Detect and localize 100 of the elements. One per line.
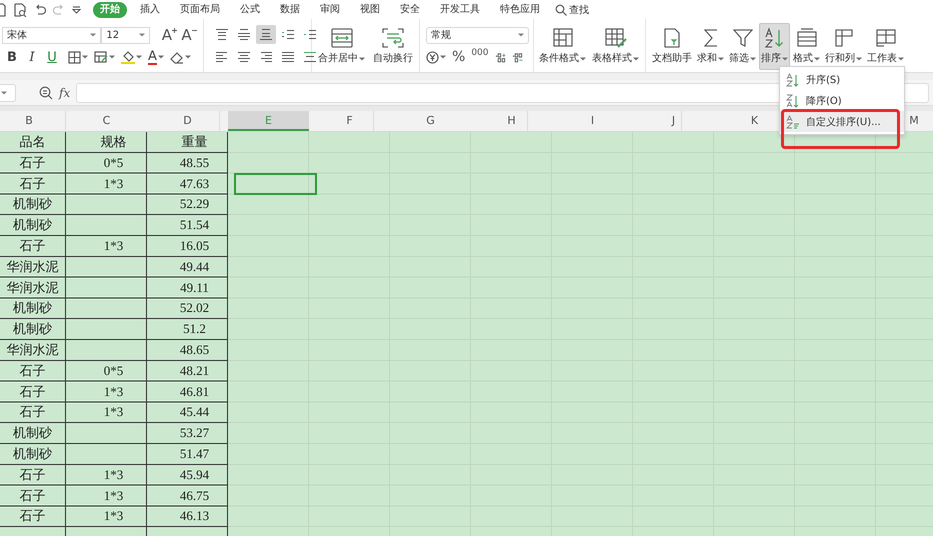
table-cell-text: 1*3: [102, 466, 124, 484]
font-size-dropdown[interactable]: 12: [101, 26, 150, 44]
eraser-icon: [170, 50, 184, 64]
shrink-font-button[interactable]: A: [181, 26, 201, 44]
column-header[interactable]: H: [471, 111, 552, 131]
menu-tab[interactable]: 插入: [133, 2, 167, 18]
table-cell-text: 16.05: [178, 236, 210, 255]
table-cell-text: 0*5: [102, 362, 124, 380]
plus-icon: [172, 28, 177, 33]
table-cell-text: 49.11: [179, 278, 210, 297]
menu-item[interactable]: 升序(S): [780, 69, 904, 90]
font-color-button[interactable]: A: [148, 50, 164, 64]
column-header[interactable]: I: [552, 111, 633, 131]
worksheet-button[interactable]: 工作表: [865, 23, 906, 70]
table-cell-text: 53.27: [178, 424, 210, 442]
menu-tab[interactable]: 特色应用: [493, 2, 547, 18]
lines-icon: [215, 28, 229, 41]
lines-icon: [281, 50, 295, 63]
currency-button[interactable]: [426, 50, 446, 64]
format-button[interactable]: 格式: [791, 23, 822, 70]
fill-color-button[interactable]: [121, 50, 142, 64]
lines-icon: [237, 28, 251, 41]
menu-tab[interactable]: 视图: [353, 2, 387, 18]
table-cell-text: 机制砂: [12, 195, 53, 214]
percent-button[interactable]: %: [452, 49, 466, 65]
conditional-format-button[interactable]: 条件格式: [537, 23, 588, 70]
search-button[interactable]: 查找: [555, 2, 589, 16]
dropdown-icon[interactable]: [72, 6, 81, 14]
table-cell-text: 49.44: [178, 258, 210, 276]
table-cell-text: 石子: [18, 362, 46, 380]
column-header[interactable]: D: [147, 111, 228, 131]
table-cell-text: 石子: [18, 154, 46, 172]
sort-descending-icon: [786, 94, 800, 108]
table-cell-text: 45.44: [178, 403, 210, 422]
menu-tab[interactable]: 审阅: [313, 2, 347, 18]
number-format-dropdown[interactable]: 常规: [426, 26, 529, 44]
table-cell-text: 机制砂: [12, 424, 53, 442]
table-cell-text: 48.65: [178, 340, 210, 359]
wrap-text-button[interactable]: 自动换行: [371, 23, 415, 70]
minus-icon: [192, 28, 197, 33]
caret-icon: [109, 55, 115, 59]
menu-tab[interactable]: 数据: [273, 2, 307, 18]
zoom-icon[interactable]: [39, 86, 53, 100]
search-icon: [555, 4, 567, 16]
table-cell-text: 1*3: [102, 403, 124, 422]
table-cell-text: 机制砂: [12, 444, 53, 463]
table-cell-text: 1*3: [102, 174, 124, 193]
wrap-text-icon: [381, 27, 405, 49]
clear-button[interactable]: [170, 50, 191, 64]
undo-icon[interactable]: [34, 4, 46, 16]
sort-ascending-icon: [786, 72, 800, 86]
column-header[interactable]: J: [633, 111, 714, 131]
print-preview-icon[interactable]: [13, 2, 27, 16]
borders-button[interactable]: [68, 50, 88, 64]
cell-format-button[interactable]: [94, 50, 115, 64]
custom-sort-icon: [786, 114, 800, 128]
document-icon: [0, 2, 6, 16]
menu-tab[interactable]: 开发工具: [433, 2, 487, 18]
grow-font-button[interactable]: A: [162, 26, 182, 44]
table-cell-text: 石子: [18, 507, 46, 526]
column-header[interactable]: G: [390, 111, 471, 131]
table-cell-text: 机制砂: [12, 320, 53, 338]
menu-item[interactable]: 自定义排序(U)...: [780, 111, 904, 132]
column-header[interactable]: C: [66, 111, 147, 131]
name-box[interactable]: [0, 84, 16, 102]
menu-tab[interactable]: 公式: [233, 2, 267, 18]
table-style-button[interactable]: 表格样式: [590, 23, 641, 70]
table-cell-text: 48.55: [178, 154, 210, 172]
sort-button[interactable]: 排序: [759, 23, 790, 70]
table-cell-text: 51.47: [178, 444, 210, 463]
caret-icon: [1, 90, 7, 94]
font-name-dropdown[interactable]: 宋体: [2, 26, 102, 44]
bold-button[interactable]: B: [2, 50, 22, 64]
menu-tab[interactable]: 页面布局: [173, 2, 227, 18]
worksheet-icon: [874, 27, 898, 49]
sum-button[interactable]: 求和: [695, 23, 726, 70]
align-bottom-button[interactable]: [256, 25, 276, 44]
menu-item[interactable]: 降序(O): [780, 90, 904, 111]
rows-columns-button[interactable]: 行和列: [823, 23, 864, 70]
table-cell-text: 品名: [18, 133, 46, 151]
caret-icon: [82, 55, 88, 59]
caret-icon: [136, 55, 142, 59]
cell-cursor[interactable]: [234, 172, 317, 196]
table-cell-text: 机制砂: [12, 299, 53, 318]
caret-icon: [90, 33, 96, 37]
column-header[interactable]: B: [0, 111, 66, 131]
currency-icon: [426, 50, 439, 64]
table-cell-text: 石子: [18, 486, 46, 505]
document-helper-button[interactable]: 文档助手: [650, 23, 694, 70]
table-cell-text: 石子: [18, 403, 46, 422]
underline-button[interactable]: U: [42, 50, 62, 64]
thousands-button[interactable]: 000: [471, 48, 488, 58]
function-label[interactable]: fx: [59, 86, 70, 100]
italic-button[interactable]: I: [22, 50, 42, 64]
table-cell-text: 机制砂: [12, 216, 53, 234]
filter-button[interactable]: 筛选: [727, 23, 758, 70]
menu-tab[interactable]: 安全: [393, 2, 427, 18]
merge-center-button[interactable]: 合并居中: [316, 23, 367, 70]
column-header[interactable]: F: [309, 111, 390, 131]
caret-icon: [440, 55, 446, 59]
